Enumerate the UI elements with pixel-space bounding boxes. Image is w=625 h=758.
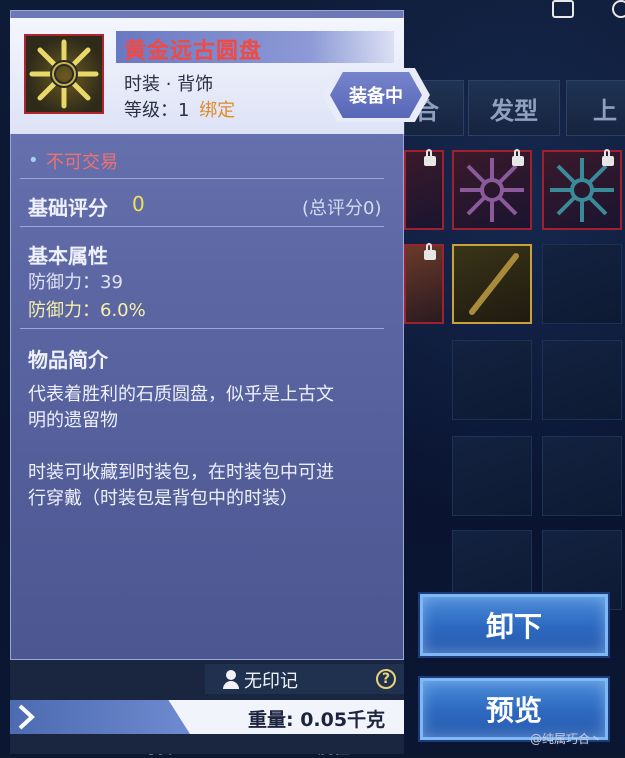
divider [20, 226, 384, 227]
item-level: 等级：1 [124, 100, 190, 121]
item-name: 黄金远古圆盘 [124, 39, 263, 64]
help-icon[interactable]: ? [376, 669, 396, 689]
preview-label: 预览 [485, 694, 542, 727]
inventory-slot[interactable] [542, 244, 622, 324]
user-icon [226, 670, 236, 680]
inventory-slot[interactable] [452, 340, 532, 420]
inventory-slot[interactable] [542, 340, 622, 420]
settings-icon[interactable] [612, 0, 625, 18]
unequip-label: 卸下 [485, 610, 542, 643]
inventory-slot[interactable] [452, 244, 532, 324]
bind-status: 绑定 [199, 100, 236, 121]
inventory-slot[interactable] [452, 149, 532, 230]
description-line: 代表着胜利的石质圆盘，似乎是上古文 [28, 384, 334, 405]
expand-arrow[interactable] [10, 700, 190, 734]
equipped-badge: 装备中 [330, 72, 422, 118]
lock-icon [424, 149, 436, 166]
imprint-row [205, 664, 404, 694]
chevron-right-icon [18, 704, 35, 730]
staff-icon [469, 253, 519, 315]
inventory-slot[interactable] [542, 149, 622, 230]
divider [20, 328, 384, 329]
imprint-label: 无印记 [244, 671, 298, 692]
attributes-heading: 基本属性 [28, 244, 108, 268]
item-icon [24, 34, 104, 114]
window-icon[interactable] [552, 0, 574, 18]
inventory-slot[interactable] [542, 436, 622, 516]
description-line: 明的遗留物 [28, 410, 118, 431]
lock-icon [602, 149, 614, 166]
lock-icon [512, 149, 524, 166]
tab-label: 上 [593, 96, 617, 125]
inventory-slot[interactable] [404, 243, 444, 324]
item-type: 时装 · 背饰 [124, 74, 214, 95]
trade-status: 不可交易 [46, 152, 118, 173]
bullet-icon: • [28, 150, 39, 171]
inventory-slot[interactable] [404, 149, 444, 230]
base-score-label: 基础评分 [28, 196, 108, 220]
total-score: (总评分0) [302, 198, 382, 219]
tab-top[interactable]: 上 [566, 80, 625, 136]
watermark: @纯属巧合丶 [530, 732, 603, 746]
weight-text: 重量: 0.05千克 [248, 709, 386, 731]
description-line: 时装可收藏到时装包，在时装包中可进 [28, 462, 334, 483]
tab-label: 发型 [490, 96, 538, 125]
description-heading: 物品简介 [28, 348, 108, 372]
inventory-slot[interactable] [452, 436, 532, 516]
divider [20, 178, 384, 179]
description-line: 行穿戴（时装包是背包中的时装） [28, 488, 298, 509]
base-score-value: 0 [132, 192, 145, 216]
tab-hair[interactable]: 发型 [468, 80, 560, 136]
item-level-row: 等级：1 绑定 [124, 96, 235, 122]
golden-disc-icon [29, 39, 99, 109]
lock-icon [424, 243, 436, 260]
attribute-line: 防御力：39 [28, 272, 123, 293]
attribute-line-highlight: 防御力：6.0% [28, 300, 146, 321]
unequip-button[interactable]: 卸下 [420, 594, 608, 656]
